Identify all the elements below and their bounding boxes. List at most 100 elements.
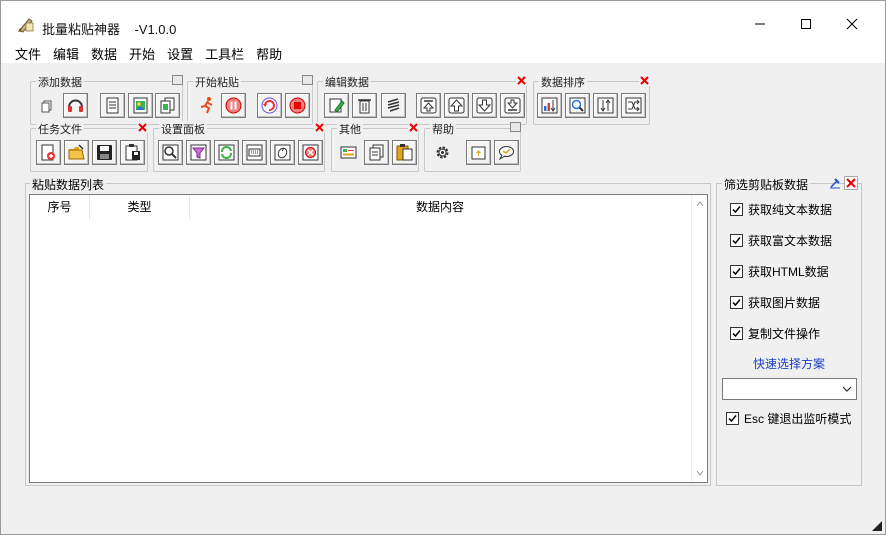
toolbar-close-button[interactable] xyxy=(408,122,419,133)
move-top-button[interactable] xyxy=(416,93,441,118)
checkbox[interactable] xyxy=(730,295,743,309)
edit-pen-icon xyxy=(329,98,345,113)
scheme-dropdown[interactable] xyxy=(722,378,857,400)
pin-icon[interactable] xyxy=(828,176,842,190)
column-index[interactable]: 序号 xyxy=(30,195,90,219)
toolbar-restore-button[interactable] xyxy=(302,75,313,85)
scroll-up-icon[interactable] xyxy=(695,199,705,209)
resume-button[interactable] xyxy=(257,93,282,118)
close-icon xyxy=(846,18,858,30)
feedback-button[interactable] xyxy=(494,140,519,165)
filter-panel-button[interactable] xyxy=(186,140,211,165)
close-window-button[interactable] xyxy=(829,9,875,39)
menu-settings[interactable]: 设置 xyxy=(161,41,199,63)
checkbox[interactable] xyxy=(730,264,743,278)
option-plain-text[interactable]: 获取纯文本数据 xyxy=(730,201,832,217)
stop-button[interactable] xyxy=(285,93,310,118)
mouse-icon xyxy=(274,144,291,161)
checkbox[interactable] xyxy=(726,411,739,425)
add-image-button[interactable] xyxy=(128,93,153,118)
add-audio-button[interactable] xyxy=(63,93,88,118)
maximize-button[interactable] xyxy=(783,9,829,39)
column-type[interactable]: 类型 xyxy=(90,195,190,219)
column-content[interactable]: 数据内容 xyxy=(190,195,690,219)
search-panel-button[interactable] xyxy=(158,140,183,165)
toolbar-close-button[interactable] xyxy=(137,122,148,133)
close-panel-icon[interactable] xyxy=(844,176,858,190)
move-up-button[interactable] xyxy=(444,93,469,118)
open-task-button[interactable] xyxy=(64,140,89,165)
sort-button[interactable] xyxy=(537,93,562,118)
chevron-down-icon xyxy=(842,386,852,392)
about-button[interactable] xyxy=(466,140,491,165)
toolbar-close-button[interactable] xyxy=(516,75,527,86)
toolbar-label: 帮助 xyxy=(430,121,456,137)
folder-open-icon xyxy=(68,144,85,160)
minimize-button[interactable] xyxy=(737,9,783,39)
paste-data-list[interactable]: 序号 类型 数据内容 xyxy=(29,194,708,483)
new-task-button[interactable] xyxy=(36,140,61,165)
paste-icon xyxy=(396,144,413,161)
toolbar-close-button[interactable] xyxy=(639,75,650,86)
find-sort-button[interactable] xyxy=(565,93,590,118)
search-icon xyxy=(162,144,179,161)
keyboard-panel-button[interactable] xyxy=(242,140,267,165)
quick-select-link[interactable]: 快速选择方案 xyxy=(753,355,825,372)
option-label: 获取纯文本数据 xyxy=(748,202,833,217)
pause-button[interactable] xyxy=(221,93,246,118)
resize-grip-icon[interactable] xyxy=(872,521,882,531)
pause-icon xyxy=(225,97,242,114)
checkbox[interactable] xyxy=(730,233,743,247)
toolbar-restore-button[interactable] xyxy=(510,122,521,132)
save-as-task-button[interactable] xyxy=(120,140,145,165)
add-text-button[interactable] xyxy=(100,93,125,118)
scroll-down-icon[interactable] xyxy=(695,468,705,478)
option-image[interactable]: 获取图片数据 xyxy=(730,294,820,310)
checkbox[interactable] xyxy=(730,202,743,216)
close-x-icon xyxy=(315,123,324,132)
option-label: 获取图片数据 xyxy=(748,295,821,310)
options-button[interactable] xyxy=(336,140,361,165)
shuffle-button[interactable] xyxy=(621,93,646,118)
arrow-down-icon xyxy=(476,97,493,114)
list-scrollbar[interactable] xyxy=(691,195,707,482)
add-multi-button[interactable] xyxy=(155,93,180,118)
option-copy-file[interactable]: 复制文件操作 xyxy=(730,325,820,341)
move-bottom-button[interactable] xyxy=(500,93,525,118)
delete-button[interactable] xyxy=(352,93,377,118)
clear-button[interactable] xyxy=(381,93,406,118)
shuffle-icon xyxy=(625,97,642,114)
image-icon xyxy=(133,97,148,114)
copy-button[interactable] xyxy=(364,140,389,165)
mouse-panel-button[interactable] xyxy=(270,140,295,165)
option-label: 获取HTML数据 xyxy=(748,264,829,279)
menu-edit[interactable]: 编辑 xyxy=(47,41,85,63)
reverse-button[interactable] xyxy=(593,93,618,118)
save-task-button[interactable] xyxy=(92,140,117,165)
edit-button[interactable] xyxy=(324,93,349,118)
option-html[interactable]: 获取HTML数据 xyxy=(730,263,829,279)
menu-help[interactable]: 帮助 xyxy=(250,41,288,63)
move-down-button[interactable] xyxy=(472,93,497,118)
toolbar-task-file: 任务文件 xyxy=(30,121,148,172)
menu-start[interactable]: 开始 xyxy=(123,41,161,63)
close-panel-button[interactable] xyxy=(298,140,323,165)
run-button[interactable] xyxy=(194,93,219,118)
text-document-icon xyxy=(106,97,119,114)
add-small-button[interactable] xyxy=(35,93,60,118)
toolbar-close-button[interactable] xyxy=(314,122,325,133)
checkbox[interactable] xyxy=(730,326,743,340)
main-window: 批量粘贴神器 -V1.0.0 文件 编辑 数据 开始 设置 工具栏 帮助 添加数… xyxy=(0,0,886,535)
menu-data[interactable]: 数据 xyxy=(85,41,123,63)
settings-button[interactable] xyxy=(430,140,455,165)
paste-button[interactable] xyxy=(392,140,417,165)
toolbar-restore-button[interactable] xyxy=(172,75,183,85)
toolbar-label: 数据排序 xyxy=(539,74,587,90)
option-rich-text[interactable]: 获取富文本数据 xyxy=(730,232,832,248)
menu-file[interactable]: 文件 xyxy=(9,41,47,63)
toolbar-label: 开始粘贴 xyxy=(193,74,241,90)
monitor-panel-button[interactable] xyxy=(214,140,239,165)
maximize-icon xyxy=(801,19,811,29)
option-esc-exit[interactable]: Esc 键退出监听模式 xyxy=(726,410,851,426)
menu-toolbar[interactable]: 工具栏 xyxy=(199,41,250,63)
